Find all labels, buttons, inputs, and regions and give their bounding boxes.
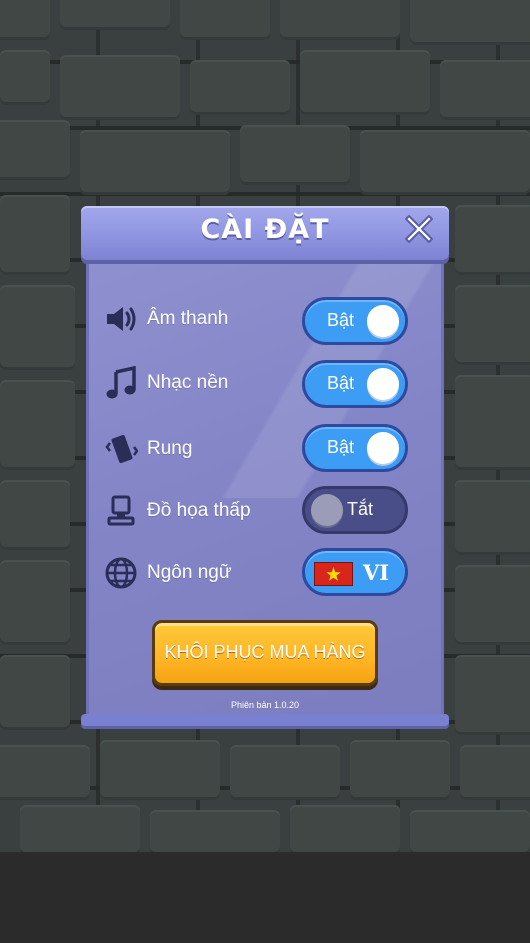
bottom-bar [0,852,530,943]
dialog-footer [81,714,449,726]
sound-label: Âm thanh [147,308,229,329]
vietnam-flag-icon [314,562,353,586]
vibrate-phone-icon [104,432,139,466]
language-code: VI [363,560,390,585]
vibrate-label: Rung [147,438,193,459]
toggle-knob [367,432,399,464]
globe-icon [104,556,138,590]
music-label: Nhạc nền [147,372,229,393]
music-note-icon [104,365,138,400]
vibrate-toggle-state: Bật [327,437,355,457]
language-selector[interactable]: VI [302,548,408,596]
music-toggle-state: Bật [327,373,355,393]
low-graphics-label: Đồ họa thấp [147,500,251,521]
low-graphics-toggle-state: Tắt [347,499,374,519]
restore-purchases-button[interactable]: KHÔI PHỤC MUA HÀNG [152,620,378,686]
music-toggle[interactable]: Bật [302,360,408,408]
toggle-knob [367,305,399,337]
dialog-title: CÀI ĐẶT [200,214,330,245]
sound-toggle-state: Bật [327,310,355,330]
speaker-icon [104,302,138,336]
language-label: Ngôn ngữ [147,562,232,583]
restore-purchases-label: KHÔI PHỤC MUA HÀNG [164,642,366,662]
close-icon [405,215,433,243]
toggle-knob [311,494,343,526]
version-text: Phiên bản 1.0.20 [230,700,300,710]
sound-toggle[interactable]: Bật [302,297,408,345]
close-button[interactable] [402,212,436,246]
low-graphics-toggle[interactable]: Tắt [302,486,408,534]
toggle-knob [367,368,399,400]
low-graphics-icon [104,494,138,528]
vibrate-toggle[interactable]: Bật [302,424,408,472]
